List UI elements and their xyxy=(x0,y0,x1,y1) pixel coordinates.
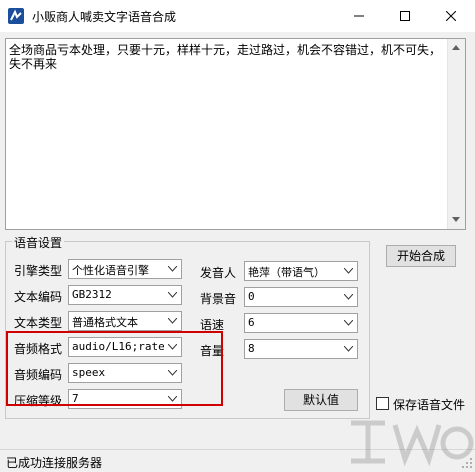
background-sound-dropdown[interactable] xyxy=(341,288,357,306)
speaker-label: 发音人 xyxy=(200,266,237,280)
chevron-down-icon xyxy=(168,266,177,272)
chevron-down-icon xyxy=(168,318,177,324)
text-editor[interactable]: 全场商品亏本处理，只要十元，样样十元，走过路过，机会不容错过，机不可失，失不再来 xyxy=(5,38,466,230)
text-encoding-value: GB2312 xyxy=(72,288,112,301)
background-sound-value: 0 xyxy=(248,290,255,303)
volume-value: 8 xyxy=(248,342,255,355)
chevron-down-icon xyxy=(344,294,353,300)
window-title: 小贩商人喊卖文字语音合成 xyxy=(32,10,177,24)
save-audio-checkbox[interactable] xyxy=(376,397,389,410)
speed-dropdown[interactable] xyxy=(341,314,357,332)
background-sound-label: 背景音 xyxy=(200,292,237,306)
engine-type-label: 引擎类型 xyxy=(14,264,63,278)
app-window: 小贩商人喊卖文字语音合成 全场商品亏本处理，只要十元，样样十元，走过路过，机会不… xyxy=(0,0,475,472)
volume-dropdown[interactable] xyxy=(341,340,357,358)
scroll-up-button[interactable] xyxy=(448,39,465,56)
chevron-up-icon xyxy=(452,45,460,50)
chevron-down-icon xyxy=(344,346,353,352)
maximize-button[interactable] xyxy=(382,0,428,32)
text-editor-content[interactable]: 全场商品亏本处理，只要十元，样样十元，走过路过，机会不容错过，机不可失，失不再来 xyxy=(9,43,444,71)
chevron-down-icon xyxy=(168,292,177,298)
app-icon xyxy=(8,8,24,24)
status-text: 已成功连接服务器 xyxy=(6,456,103,470)
highlight-box xyxy=(6,331,223,406)
engine-type-select[interactable]: 个性化语音引擎 xyxy=(68,259,182,279)
vertical-scrollbar[interactable] xyxy=(447,39,465,229)
voice-settings-title: 语音设置 xyxy=(12,234,65,251)
scroll-down-button[interactable] xyxy=(448,212,465,229)
text-type-select[interactable]: 普通格式文本 xyxy=(68,311,182,331)
speaker-value: 艳萍（带语气） xyxy=(248,266,325,279)
watermark-logo xyxy=(351,420,474,467)
text-encoding-select[interactable]: GB2312 xyxy=(68,285,182,305)
text-type-dropdown[interactable] xyxy=(165,312,181,330)
close-button[interactable] xyxy=(428,0,474,32)
default-values-button[interactable]: 默认值 xyxy=(284,389,358,411)
chevron-down-icon xyxy=(344,320,353,326)
speaker-select[interactable]: 艳萍（带语气） xyxy=(244,261,358,281)
speed-value: 6 xyxy=(248,316,255,329)
close-icon xyxy=(446,11,456,21)
background-sound-select[interactable]: 0 xyxy=(244,287,358,307)
maximize-icon xyxy=(400,11,410,21)
title-bar[interactable]: 小贩商人喊卖文字语音合成 xyxy=(0,0,475,32)
minimize-button[interactable] xyxy=(336,0,382,32)
speaker-dropdown[interactable] xyxy=(341,262,357,280)
volume-select[interactable]: 8 xyxy=(244,339,358,359)
chevron-down-icon xyxy=(344,268,353,274)
engine-type-dropdown[interactable] xyxy=(165,260,181,278)
resize-grip-icon[interactable] xyxy=(461,457,473,469)
text-encoding-label: 文本编码 xyxy=(14,290,63,304)
engine-type-value: 个性化语音引擎 xyxy=(72,264,149,277)
minimize-icon xyxy=(354,15,364,17)
text-type-value: 普通格式文本 xyxy=(72,316,138,329)
speed-select[interactable]: 6 xyxy=(244,313,358,333)
chevron-down-icon xyxy=(452,217,460,222)
text-type-label: 文本类型 xyxy=(14,316,63,330)
start-synthesis-button[interactable]: 开始合成 xyxy=(386,245,456,267)
text-encoding-dropdown[interactable] xyxy=(165,286,181,304)
